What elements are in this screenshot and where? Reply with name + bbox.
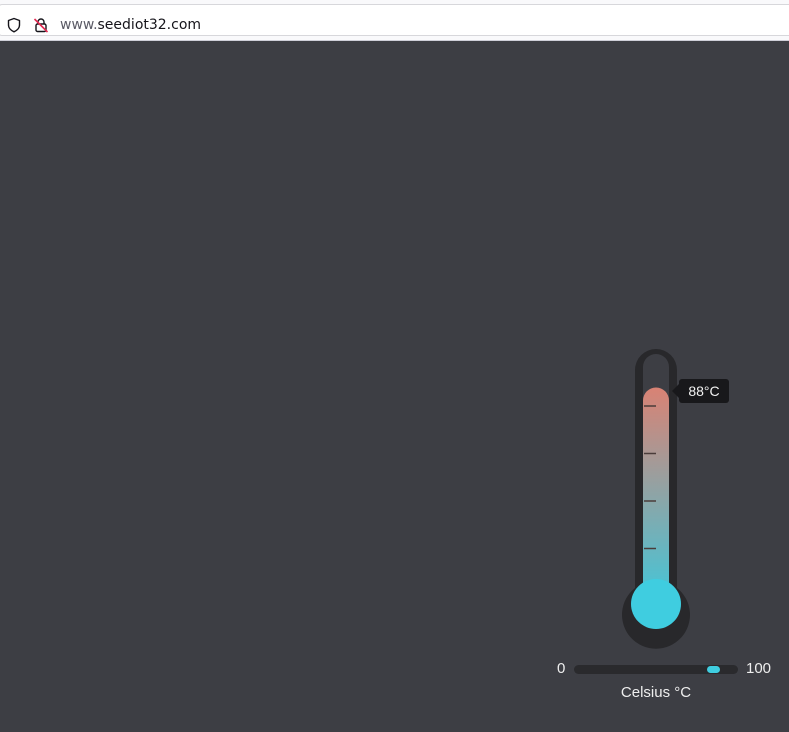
range-max-label: 100	[746, 660, 772, 677]
thermometer-bulb	[631, 579, 681, 629]
address-bar[interactable]: www.seediot32.com	[0, 4, 789, 36]
insecure-lock-icon[interactable]	[33, 17, 49, 33]
unit-label: Celsius °C	[620, 684, 692, 701]
slider-thumb[interactable]	[706, 666, 720, 673]
range-min-label: 0	[557, 660, 566, 677]
shield-icon[interactable]	[6, 17, 22, 33]
temperature-slider[interactable]	[574, 665, 738, 674]
url-prefix: www.	[60, 17, 98, 33]
browser-toolbar: www.seediot32.com	[0, 0, 789, 41]
mercury-column	[643, 387, 669, 604]
temperature-tooltip: 88°C	[672, 379, 729, 403]
url-domain: seediot32.com	[97, 17, 202, 33]
url-text[interactable]: www.seediot32.com	[60, 17, 201, 34]
thermometer-widget: 88°C 0 100 Celsius °C	[540, 340, 789, 720]
